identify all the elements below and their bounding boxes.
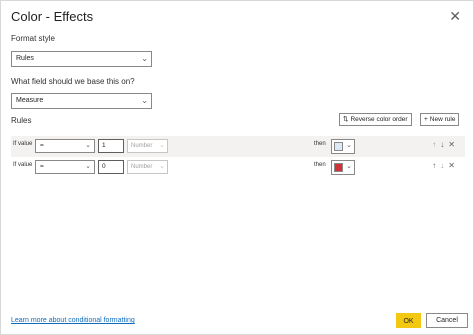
new-rule-label: New rule <box>429 116 456 123</box>
conditional-formatting-dialog: Color - Effects ✕ Format style Rules ⌄ W… <box>0 0 474 335</box>
value-type-select[interactable]: Number ⌄ <box>127 139 168 153</box>
value-input[interactable]: 1 <box>98 139 124 153</box>
value-type-label: Number <box>131 143 153 149</box>
rule-actions: ↑↓✕ <box>432 140 459 149</box>
chevron-down-icon: ⌄ <box>141 54 148 63</box>
chevron-down-icon: ⌄ <box>159 163 165 170</box>
reverse-color-order-button[interactable]: ⇅ Reverse color order <box>339 113 412 126</box>
rule-row: If value = ⌄ 0 Number ⌄ then ⌄ ↑↓✕ <box>11 157 465 178</box>
operator-value: = <box>40 163 44 170</box>
value-type-select[interactable]: Number ⌄ <box>127 160 168 174</box>
swap-icon: ⇅ <box>343 116 349 123</box>
rule-row: If value = ⌄ 1 Number ⌄ then ⌄ ↑↓✕ <box>11 136 465 157</box>
then-label: then <box>314 141 326 147</box>
dialog-title: Color - Effects <box>11 9 94 24</box>
format-style-select[interactable]: Rules ⌄ <box>11 51 152 67</box>
rules-label: Rules <box>11 116 32 125</box>
base-field-select[interactable]: Measure ⌄ <box>11 93 152 109</box>
if-value-label: If value <box>13 162 33 168</box>
format-style-value: Rules <box>16 55 34 62</box>
color-swatch <box>334 142 343 151</box>
chevron-down-icon: ⌄ <box>159 142 165 149</box>
if-value-label: If value <box>13 141 33 147</box>
operator-select[interactable]: = ⌄ <box>35 139 95 153</box>
ok-button[interactable]: OK <box>396 313 421 328</box>
chevron-down-icon: ⌄ <box>141 96 148 105</box>
delete-icon[interactable]: ✕ <box>448 161 459 170</box>
chevron-down-icon: ⌄ <box>85 142 91 149</box>
operator-select[interactable]: = ⌄ <box>35 160 95 174</box>
then-label: then <box>314 162 326 168</box>
delete-icon[interactable]: ✕ <box>448 140 459 149</box>
chevron-down-icon: ⌄ <box>85 163 91 170</box>
plus-icon: + <box>424 116 428 123</box>
learn-more-link[interactable]: Learn more about conditional formatting <box>11 317 135 324</box>
format-style-label: Format style <box>11 34 56 43</box>
rule-actions: ↑↓✕ <box>432 161 459 170</box>
close-icon[interactable]: ✕ <box>449 9 461 23</box>
color-swatch <box>334 163 343 172</box>
cancel-button[interactable]: Cancel <box>426 313 468 328</box>
new-rule-button[interactable]: + New rule <box>420 113 460 126</box>
base-field-label: What field should we base this on? <box>11 77 135 86</box>
color-picker[interactable]: ⌄ <box>331 139 355 154</box>
color-picker[interactable]: ⌄ <box>331 160 355 175</box>
value-type-label: Number <box>131 164 153 170</box>
base-field-value: Measure <box>16 97 44 104</box>
chevron-down-icon: ⌄ <box>346 163 352 170</box>
chevron-down-icon: ⌄ <box>346 142 352 149</box>
value-input[interactable]: 0 <box>98 160 124 174</box>
operator-value: = <box>40 142 44 149</box>
reverse-color-order-label: Reverse color order <box>350 116 408 123</box>
